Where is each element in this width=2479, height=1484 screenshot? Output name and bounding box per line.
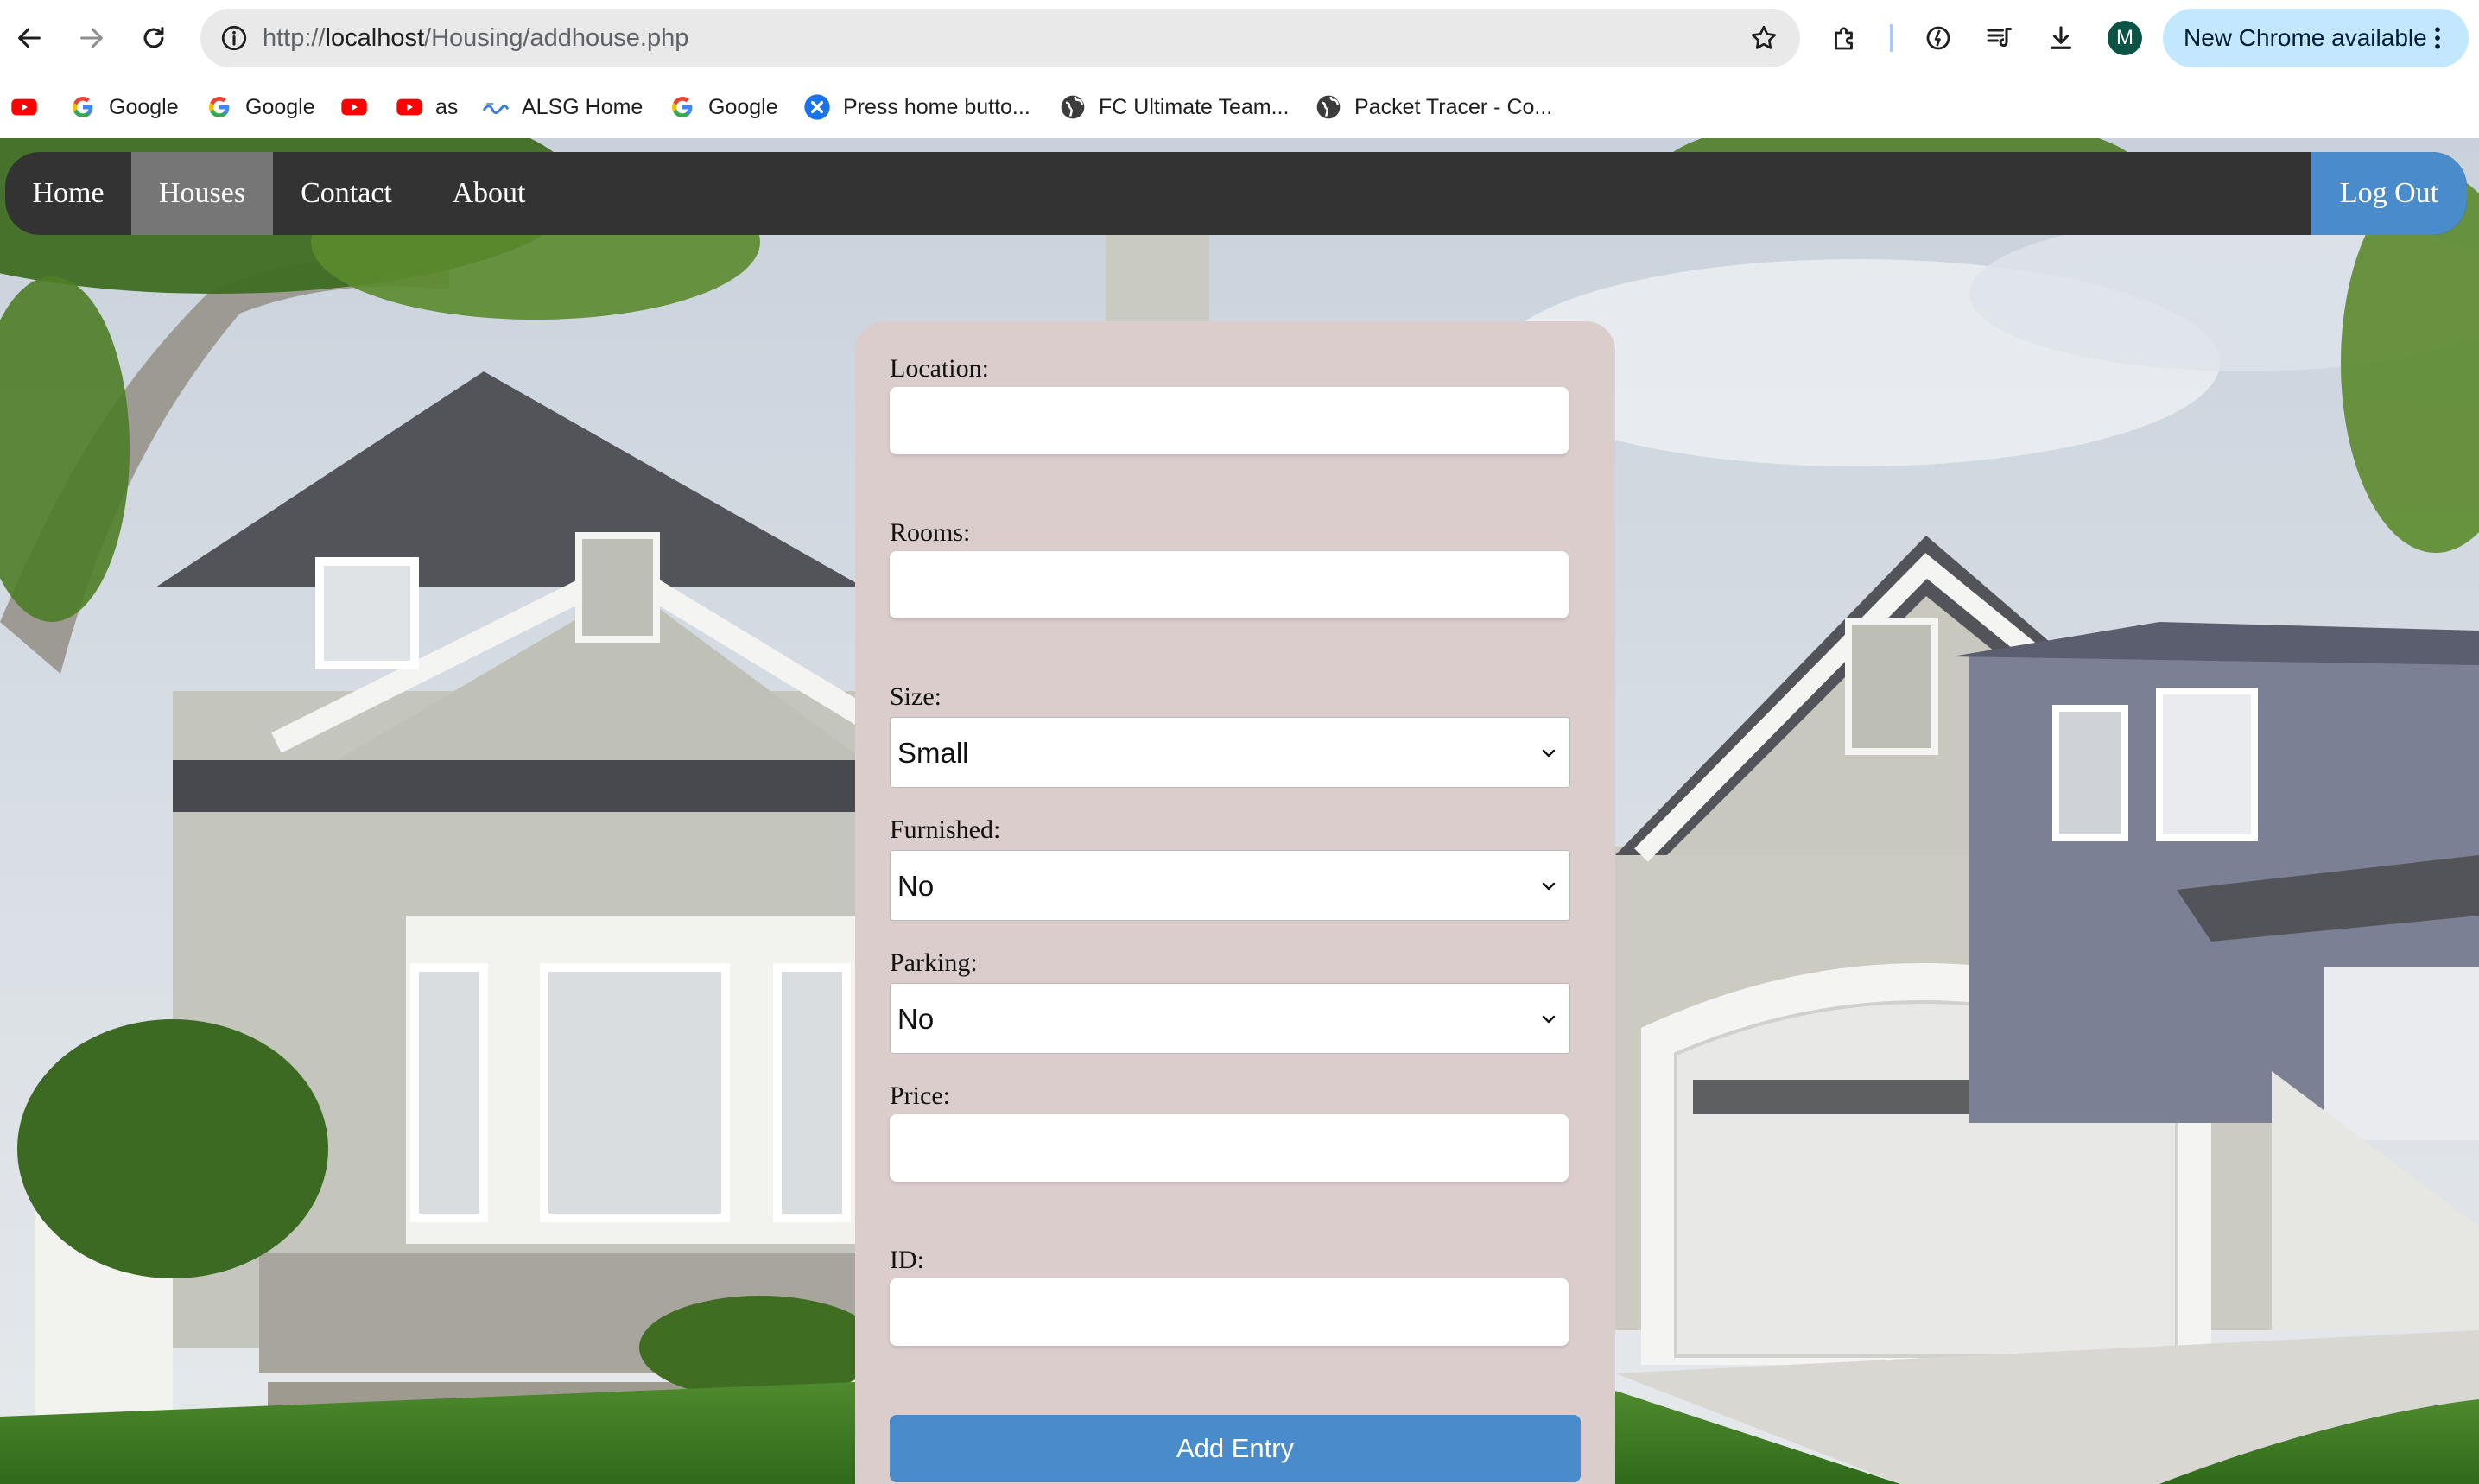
page-viewport: Home Houses Contact About Log Out Locati… bbox=[0, 138, 2479, 1484]
id-label: ID: bbox=[890, 1246, 924, 1274]
reload-icon bbox=[143, 27, 164, 48]
bookmark-label: as bbox=[435, 94, 459, 119]
bookmark-fc-ultimate-team[interactable]: FC Ultimate Team... bbox=[1059, 76, 1289, 138]
chevron-down-icon bbox=[1542, 749, 1556, 758]
size-label: Size: bbox=[890, 682, 942, 711]
bookmark-youtube[interactable] bbox=[10, 76, 50, 138]
url-path: /Housing/addhouse.php bbox=[424, 24, 689, 52]
bookmark-label: Packet Tracer - Co... bbox=[1354, 94, 1553, 119]
forward-button[interactable] bbox=[71, 17, 112, 59]
site-info-icon[interactable] bbox=[219, 23, 249, 53]
bookmark-star-icon[interactable] bbox=[1748, 22, 1779, 54]
furnished-select-value: No bbox=[897, 870, 935, 902]
bookmark-label: Press home butto... bbox=[843, 94, 1030, 119]
bookmark-label: Google bbox=[109, 94, 179, 119]
site-navbar: Home Houses Contact About Log Out bbox=[5, 152, 2467, 235]
google-icon bbox=[669, 93, 696, 121]
puzzle-icon bbox=[1835, 27, 1853, 50]
arrow-left-icon bbox=[18, 28, 41, 48]
x-circle-icon bbox=[803, 93, 831, 121]
url-text: http://localhost/Housing/addhouse.php bbox=[263, 9, 688, 67]
bookmark-label: FC Ultimate Team... bbox=[1099, 94, 1290, 119]
furnished-label: Furnished: bbox=[890, 815, 1001, 844]
rooms-label: Rooms: bbox=[890, 518, 971, 547]
update-label: New Chrome available bbox=[2184, 24, 2427, 51]
downloads-button[interactable] bbox=[2042, 19, 2080, 57]
chevron-down-icon bbox=[1542, 882, 1556, 891]
more-vert-icon[interactable] bbox=[2422, 22, 2453, 54]
furnished-select[interactable]: No bbox=[890, 850, 1570, 921]
rooms-input[interactable] bbox=[890, 551, 1569, 618]
add-house-form: Location: Rooms: Size: Small Furnished: … bbox=[855, 321, 1615, 1484]
bookmark-google-3[interactable]: Google bbox=[669, 76, 778, 138]
queue-music-icon bbox=[1987, 28, 2012, 48]
bookmark-google[interactable]: Google bbox=[69, 76, 179, 138]
nav-houses[interactable]: Houses bbox=[131, 152, 273, 235]
nav-home[interactable]: Home bbox=[5, 152, 131, 235]
gauge-icon bbox=[1926, 26, 1950, 50]
extensions-button[interactable] bbox=[1826, 19, 1864, 57]
bookmark-label: ALSG Home bbox=[522, 94, 644, 119]
bookmark-label: Google bbox=[245, 94, 315, 119]
google-icon bbox=[69, 93, 97, 121]
parking-select[interactable]: No bbox=[890, 983, 1570, 1054]
youtube-icon bbox=[340, 93, 368, 121]
bookmark-alsg-home[interactable]: ALSG Home bbox=[482, 76, 643, 138]
bookmark-google-2[interactable]: Google bbox=[206, 76, 315, 138]
price-input[interactable] bbox=[890, 1114, 1569, 1182]
url-scheme: http:// bbox=[263, 24, 326, 52]
chrome-update-button[interactable]: New Chrome available bbox=[2163, 9, 2469, 67]
globe-icon bbox=[1315, 93, 1342, 121]
arrow-right-icon bbox=[80, 28, 103, 48]
parking-label: Parking: bbox=[890, 948, 978, 977]
bookmark-youtube-2[interactable] bbox=[340, 76, 380, 138]
bookmark-press-home[interactable]: Press home butto... bbox=[803, 76, 1030, 138]
bookmark-label: Google bbox=[708, 94, 778, 119]
logout-button[interactable]: Log Out bbox=[2311, 152, 2467, 235]
address-bar[interactable]: http://localhost/Housing/addhouse.php bbox=[200, 9, 1800, 67]
bookmark-packet-tracer[interactable]: Packet Tracer - Co... bbox=[1315, 76, 1552, 138]
location-label: Location: bbox=[890, 354, 989, 383]
youtube-icon bbox=[396, 93, 423, 121]
toolbar-divider bbox=[1890, 24, 1893, 52]
profile-avatar[interactable]: M bbox=[2108, 21, 2142, 55]
bookmarks-bar: Google Google as ALSG Home Google Press … bbox=[0, 76, 2479, 138]
globe-icon bbox=[1059, 93, 1087, 121]
url-host: localhost bbox=[325, 24, 425, 52]
size-select-value: Small bbox=[897, 737, 969, 769]
size-select[interactable]: Small bbox=[890, 717, 1570, 788]
alsg-icon bbox=[482, 93, 510, 121]
nav-contact[interactable]: Contact bbox=[273, 152, 420, 235]
add-entry-button[interactable]: Add Entry bbox=[890, 1415, 1581, 1482]
performance-button[interactable] bbox=[1919, 19, 1957, 57]
price-label: Price: bbox=[890, 1081, 950, 1110]
back-button[interactable] bbox=[9, 17, 50, 59]
reload-button[interactable] bbox=[133, 17, 174, 59]
google-icon bbox=[206, 93, 233, 121]
location-input[interactable] bbox=[890, 387, 1569, 454]
chevron-down-icon bbox=[1542, 1015, 1556, 1024]
id-input[interactable] bbox=[890, 1278, 1569, 1346]
browser-toolbar: http://localhost/Housing/addhouse.php M … bbox=[0, 0, 2479, 76]
download-icon bbox=[2050, 26, 2072, 49]
nav-about[interactable]: About bbox=[420, 152, 558, 235]
media-controls-button[interactable] bbox=[1980, 19, 2018, 57]
parking-select-value: No bbox=[897, 1003, 935, 1035]
youtube-icon bbox=[10, 93, 38, 121]
bookmark-as[interactable]: as bbox=[396, 76, 458, 138]
